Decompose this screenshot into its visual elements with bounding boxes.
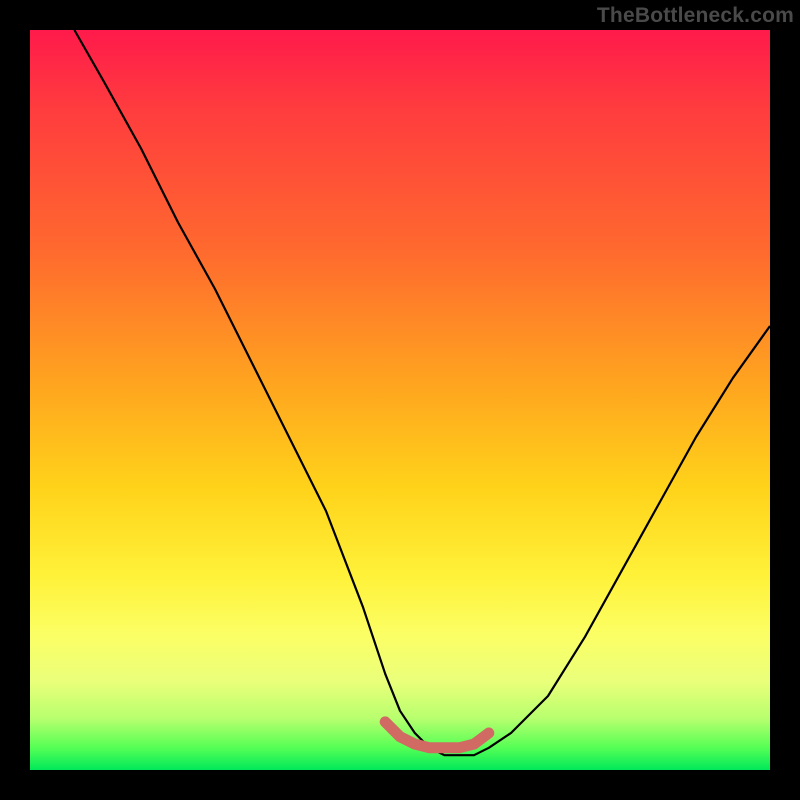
watermark-text: TheBottleneck.com [597,4,794,28]
bottleneck-curve [74,30,770,755]
chart-frame: TheBottleneck.com [0,0,800,800]
plot-area [30,30,770,770]
curve-svg [30,30,770,770]
optimal-band-marker [385,722,489,748]
